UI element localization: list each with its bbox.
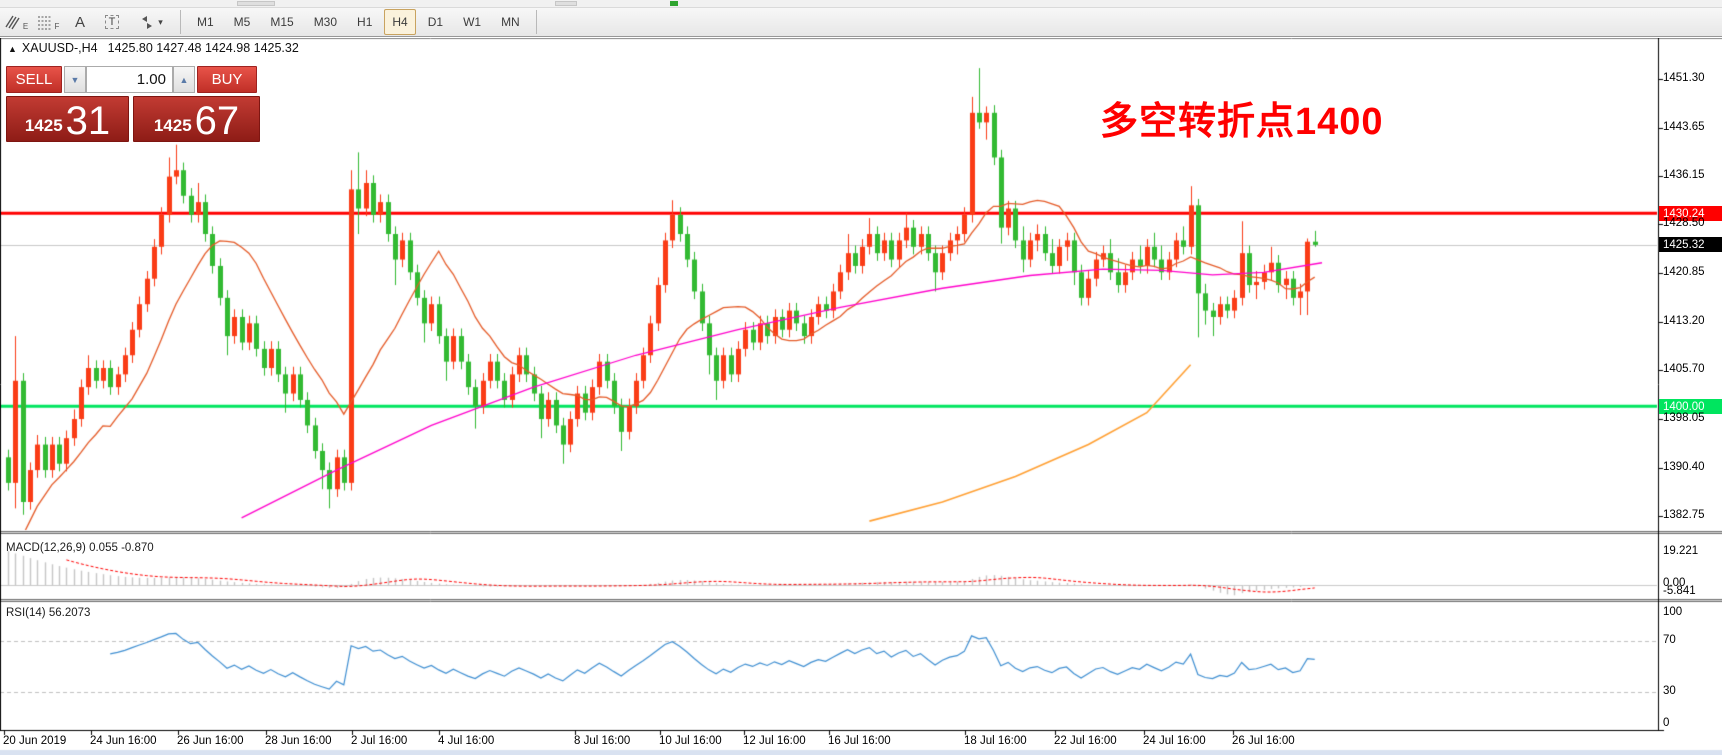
rsi-pane-label: RSI(14) 56.2073 [6, 607, 90, 619]
buy-price-main: 1425 [154, 116, 192, 136]
mt4-terminal: E F A T ▾ M1 M5 M15 M30 H1 H4 D1 W1 [0, 0, 1722, 755]
toolbar: E F A T ▾ M1 M5 M15 M30 H1 H4 D1 W1 [0, 0, 1722, 37]
tf-h4-active[interactable]: H4 [384, 9, 415, 35]
date-axis-label: 12 Jul 16:00 [743, 735, 806, 747]
tf-m15[interactable]: M15 [262, 9, 301, 35]
date-axis-label: 18 Jul 16:00 [964, 735, 1027, 747]
one-click-trading-panel: SELL ▼ 1.00 ▲ BUY 1425 31 1425 67 [6, 66, 262, 142]
top-strip-mark [237, 1, 275, 6]
chart-annotation-text: 多空转折点1400 [1100, 90, 1384, 145]
tf-m1[interactable]: M1 [189, 9, 222, 35]
date-axis-label: 20 Jun 2019 [3, 735, 66, 747]
tf-m5[interactable]: M5 [226, 9, 259, 35]
fibonacci-grid-icon[interactable]: F [34, 9, 62, 35]
price-axis-label: 1420.85 [1663, 266, 1705, 278]
buy-price-panel[interactable]: 1425 67 [133, 96, 260, 142]
price-chart-canvas[interactable] [0, 38, 1722, 755]
price-axis-label: 1428.50 [1663, 217, 1705, 229]
grid-icon [37, 15, 54, 30]
macd-axis-label: 19.221 [1663, 545, 1698, 557]
tf-w1[interactable]: W1 [455, 9, 489, 35]
date-axis-label: 26 Jun 16:00 [177, 735, 244, 747]
bid-price-tag: 1425.32 [1659, 237, 1722, 252]
date-axis-label: 24 Jun 16:00 [90, 735, 157, 747]
window-top-strip [0, 0, 1722, 8]
toolbar-separator [180, 10, 181, 34]
text-box-icon[interactable]: T [98, 9, 126, 35]
sell-price-main: 1425 [25, 116, 63, 136]
symbol-label: XAUUSD-,H4 [22, 41, 98, 55]
rsi-axis-label: 0 [1663, 717, 1669, 729]
top-strip-mark [555, 1, 577, 6]
toolbar-separator [536, 10, 537, 34]
macd-axis-label: -5.841 [1663, 585, 1696, 597]
price-axis-label: 1398.05 [1663, 412, 1705, 424]
date-axis-label: 16 Jul 16:00 [828, 735, 891, 747]
chart-title: ▲ XAUUSD-,H4 1425.80 1427.48 1424.98 1425.… [8, 41, 299, 55]
date-axis-label: 4 Jul 16:00 [438, 735, 494, 747]
arrows-icon [139, 15, 155, 30]
rsi-axis-label: 30 [1663, 685, 1676, 697]
tf-d1[interactable]: D1 [420, 9, 451, 35]
macd-pane-label: MACD(12,26,9) 0.055 -0.870 [6, 542, 154, 554]
price-axis-label: 1443.65 [1663, 121, 1705, 133]
collapse-triangle-icon[interactable]: ▲ [8, 44, 17, 54]
top-strip-green-mark [670, 1, 678, 6]
price-axis-label: 1405.70 [1663, 363, 1705, 375]
buy-price-pips: 67 [195, 99, 240, 143]
rsi-value: 56.2073 [49, 607, 91, 619]
date-axis-label: 22 Jul 16:00 [1054, 735, 1117, 747]
icon-sub-e: E [23, 22, 28, 31]
price-axis-label: 1436.15 [1663, 169, 1705, 181]
crosshair-draw-icon[interactable]: E [2, 9, 30, 35]
price-axis-label: 1413.20 [1663, 315, 1705, 327]
tf-h1[interactable]: H1 [349, 9, 380, 35]
rsi-axis-label: 70 [1663, 634, 1676, 646]
chevron-down-icon: ▾ [158, 17, 163, 28]
sell-price-pips: 31 [66, 99, 111, 143]
tf-mn[interactable]: MN [493, 9, 528, 35]
text-label-icon[interactable]: A [66, 9, 94, 35]
sell-button[interactable]: SELL [6, 66, 62, 93]
arrows-objects-dropdown[interactable]: ▾ [130, 9, 172, 35]
date-axis-label: 10 Jul 16:00 [659, 735, 722, 747]
pencil-lines-icon [4, 14, 22, 30]
date-axis-label: 28 Jun 16:00 [265, 735, 332, 747]
rsi-name: RSI(14) [6, 607, 46, 619]
date-axis-label: 8 Jul 16:00 [574, 735, 630, 747]
tf-m30[interactable]: M30 [306, 9, 345, 35]
rsi-axis-label: 100 [1663, 606, 1682, 618]
boxed-t-glyph: T [105, 15, 120, 29]
price-axis-label: 1382.75 [1663, 509, 1705, 521]
macd-name: MACD(12,26,9) [6, 542, 86, 554]
volume-increase-button[interactable]: ▲ [173, 66, 195, 93]
ohlc-values: 1425.80 1427.48 1424.98 1425.32 [108, 41, 299, 55]
volume-input[interactable]: 1.00 [86, 66, 173, 93]
date-axis-label: 24 Jul 16:00 [1143, 735, 1206, 747]
icon-sub-f: F [55, 22, 60, 31]
date-axis-label: 26 Jul 16:00 [1232, 735, 1295, 747]
price-axis-label: 1451.30 [1663, 72, 1705, 84]
price-axis-label: 1390.40 [1663, 461, 1705, 473]
volume-decrease-button[interactable]: ▼ [64, 66, 86, 93]
macd-values: 0.055 -0.870 [89, 542, 154, 554]
date-axis-label: 2 Jul 16:00 [351, 735, 407, 747]
buy-button[interactable]: BUY [197, 66, 257, 93]
sell-price-panel[interactable]: 1425 31 [6, 96, 129, 142]
